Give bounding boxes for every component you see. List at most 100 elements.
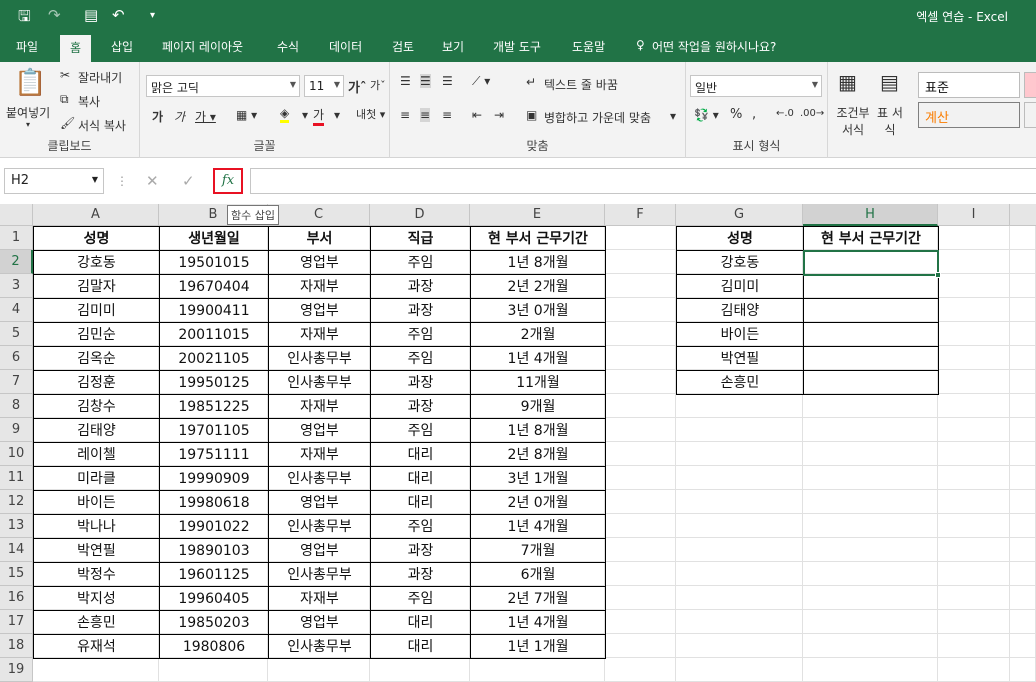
table-cell[interactable]: 3년 1개월 (470, 466, 606, 491)
grid-cell[interactable] (605, 490, 676, 514)
table-cell[interactable]: 김미미 (33, 298, 160, 323)
percent-icon[interactable]: % (730, 107, 742, 122)
grid-cell[interactable] (803, 634, 938, 658)
table-cell[interactable]: 19900411 (159, 298, 269, 323)
grid-cell[interactable] (1010, 562, 1036, 586)
border-icon[interactable]: ▦ ▾ (236, 108, 257, 122)
increase-decimal-icon[interactable]: ←.0 (776, 108, 794, 119)
grid-cell[interactable] (1010, 586, 1036, 610)
column-header-c[interactable]: C (268, 204, 370, 226)
table-cell[interactable]: 2년 0개월 (470, 490, 606, 515)
table-cell[interactable]: 1980806 (159, 634, 269, 659)
grow-font-icon[interactable]: 가ˆ (348, 77, 366, 96)
merge-icon[interactable]: ▣ (526, 108, 537, 122)
fill-color-icon[interactable]: ◈ (280, 106, 290, 123)
grid-cell[interactable] (938, 274, 1010, 298)
grid-cell[interactable] (938, 322, 1010, 346)
row-header-4[interactable]: 4 (0, 298, 33, 322)
row-header-15[interactable]: 15 (0, 562, 33, 586)
table-cell[interactable]: 자재부 (268, 274, 371, 299)
cut-button[interactable]: 잘라내기 (78, 69, 122, 86)
conditional-format-icon[interactable]: ▦ (838, 70, 857, 94)
table-cell[interactable]: 인사총무부 (268, 346, 371, 371)
grid-cell[interactable] (605, 634, 676, 658)
grid-cell[interactable] (803, 418, 938, 442)
column-header-h[interactable]: H (803, 204, 938, 226)
grid-cell[interactable] (938, 226, 1010, 250)
table-cell[interactable]: 과장 (370, 538, 471, 563)
table-cell[interactable]: 인사총무부 (268, 514, 371, 539)
style-bad[interactable] (1024, 72, 1036, 98)
row-header-12[interactable]: 12 (0, 490, 33, 514)
row-header-19[interactable]: 19 (0, 658, 33, 682)
style-calculation[interactable]: 계산 (918, 102, 1020, 128)
table-cell[interactable]: 박정수 (33, 562, 160, 587)
font-size-select[interactable]: 11 ▼ (304, 75, 344, 97)
font-name-select[interactable]: 맑은 고딕 ▼ (146, 75, 300, 97)
grid-cell[interactable] (938, 298, 1010, 322)
grid-cell[interactable] (605, 298, 676, 322)
align-left-icon[interactable]: ≡ (400, 108, 410, 122)
table-header-cell[interactable]: 직급 (370, 226, 471, 251)
table-cell[interactable]: 영업부 (268, 418, 371, 443)
chevron-down-icon[interactable]: ▾ (302, 108, 308, 122)
table-cell[interactable]: 영업부 (268, 610, 371, 635)
table-cell[interactable]: 9개월 (470, 394, 606, 419)
table-cell[interactable]: 19990909 (159, 466, 269, 491)
table-cell[interactable]: 대리 (370, 466, 471, 491)
grid-cell[interactable] (1010, 346, 1036, 370)
table-cell[interactable]: 미라클 (33, 466, 160, 491)
table-cell[interactable]: 19901022 (159, 514, 269, 539)
table-format-button[interactable]: 표 서식 (877, 104, 903, 138)
orientation-icon[interactable]: ⟋ ▾ (472, 74, 490, 89)
table-cell[interactable]: 11개월 (470, 370, 606, 395)
table-cell[interactable]: 과장 (370, 298, 471, 323)
row-header-13[interactable]: 13 (0, 514, 33, 538)
formula-input[interactable] (250, 168, 1036, 194)
grid-cell[interactable] (1010, 250, 1036, 274)
table-cell[interactable]: 과장 (370, 394, 471, 419)
lookup-value-cell[interactable] (803, 370, 939, 395)
cut-icon[interactable]: ✂ (60, 68, 70, 82)
grid-cell[interactable] (605, 586, 676, 610)
grid-cell[interactable] (803, 442, 938, 466)
grid-cell[interactable] (938, 418, 1010, 442)
row-header-18[interactable]: 18 (0, 634, 33, 658)
table-cell[interactable]: 자재부 (268, 394, 371, 419)
table-cell[interactable]: 인사총무부 (268, 634, 371, 659)
table-cell[interactable]: 박연필 (33, 538, 160, 563)
table-cell[interactable]: 대리 (370, 610, 471, 635)
row-header-7[interactable]: 7 (0, 370, 33, 394)
accounting-icon[interactable]: 💱 ▾ (694, 108, 719, 122)
row-header-17[interactable]: 17 (0, 610, 33, 634)
table-cell[interactable]: 대리 (370, 634, 471, 659)
table-cell[interactable]: 손흥민 (33, 610, 160, 635)
redo-icon[interactable]: ↷ (48, 6, 61, 24)
row-header-14[interactable]: 14 (0, 538, 33, 562)
grid-cell[interactable] (803, 490, 938, 514)
underline-icon[interactable]: 가 ▾ (195, 108, 216, 125)
decrease-indent-icon[interactable]: ⇤ (472, 108, 482, 122)
table-cell[interactable]: 인사총무부 (268, 466, 371, 491)
grid-cell[interactable] (938, 586, 1010, 610)
grid-cell[interactable] (676, 538, 803, 562)
table-cell[interactable]: 19701105 (159, 418, 269, 443)
grid-cell[interactable] (938, 634, 1010, 658)
row-header-6[interactable]: 6 (0, 346, 33, 370)
grid-cell[interactable] (1010, 634, 1036, 658)
tab-review[interactable]: 검토 (392, 38, 414, 55)
paste-icon[interactable]: 📋 (14, 68, 46, 98)
grid-cell[interactable] (1010, 322, 1036, 346)
table-cell[interactable]: 레이첼 (33, 442, 160, 467)
chevron-down-icon[interactable]: ▾ (334, 108, 340, 122)
table-cell[interactable]: 19501015 (159, 250, 269, 275)
table-cell[interactable]: 박나나 (33, 514, 160, 539)
customize-qa-icon[interactable]: ▾ (150, 10, 155, 21)
grid-cell[interactable] (605, 562, 676, 586)
form-icon[interactable]: ▤ (84, 6, 98, 24)
table-header-cell[interactable]: 현 부서 근무기간 (470, 226, 606, 251)
grid-cell[interactable] (938, 442, 1010, 466)
table-cell[interactable]: 주임 (370, 514, 471, 539)
tab-home[interactable]: 홈 (60, 35, 92, 63)
table-cell[interactable]: 3년 0개월 (470, 298, 606, 323)
